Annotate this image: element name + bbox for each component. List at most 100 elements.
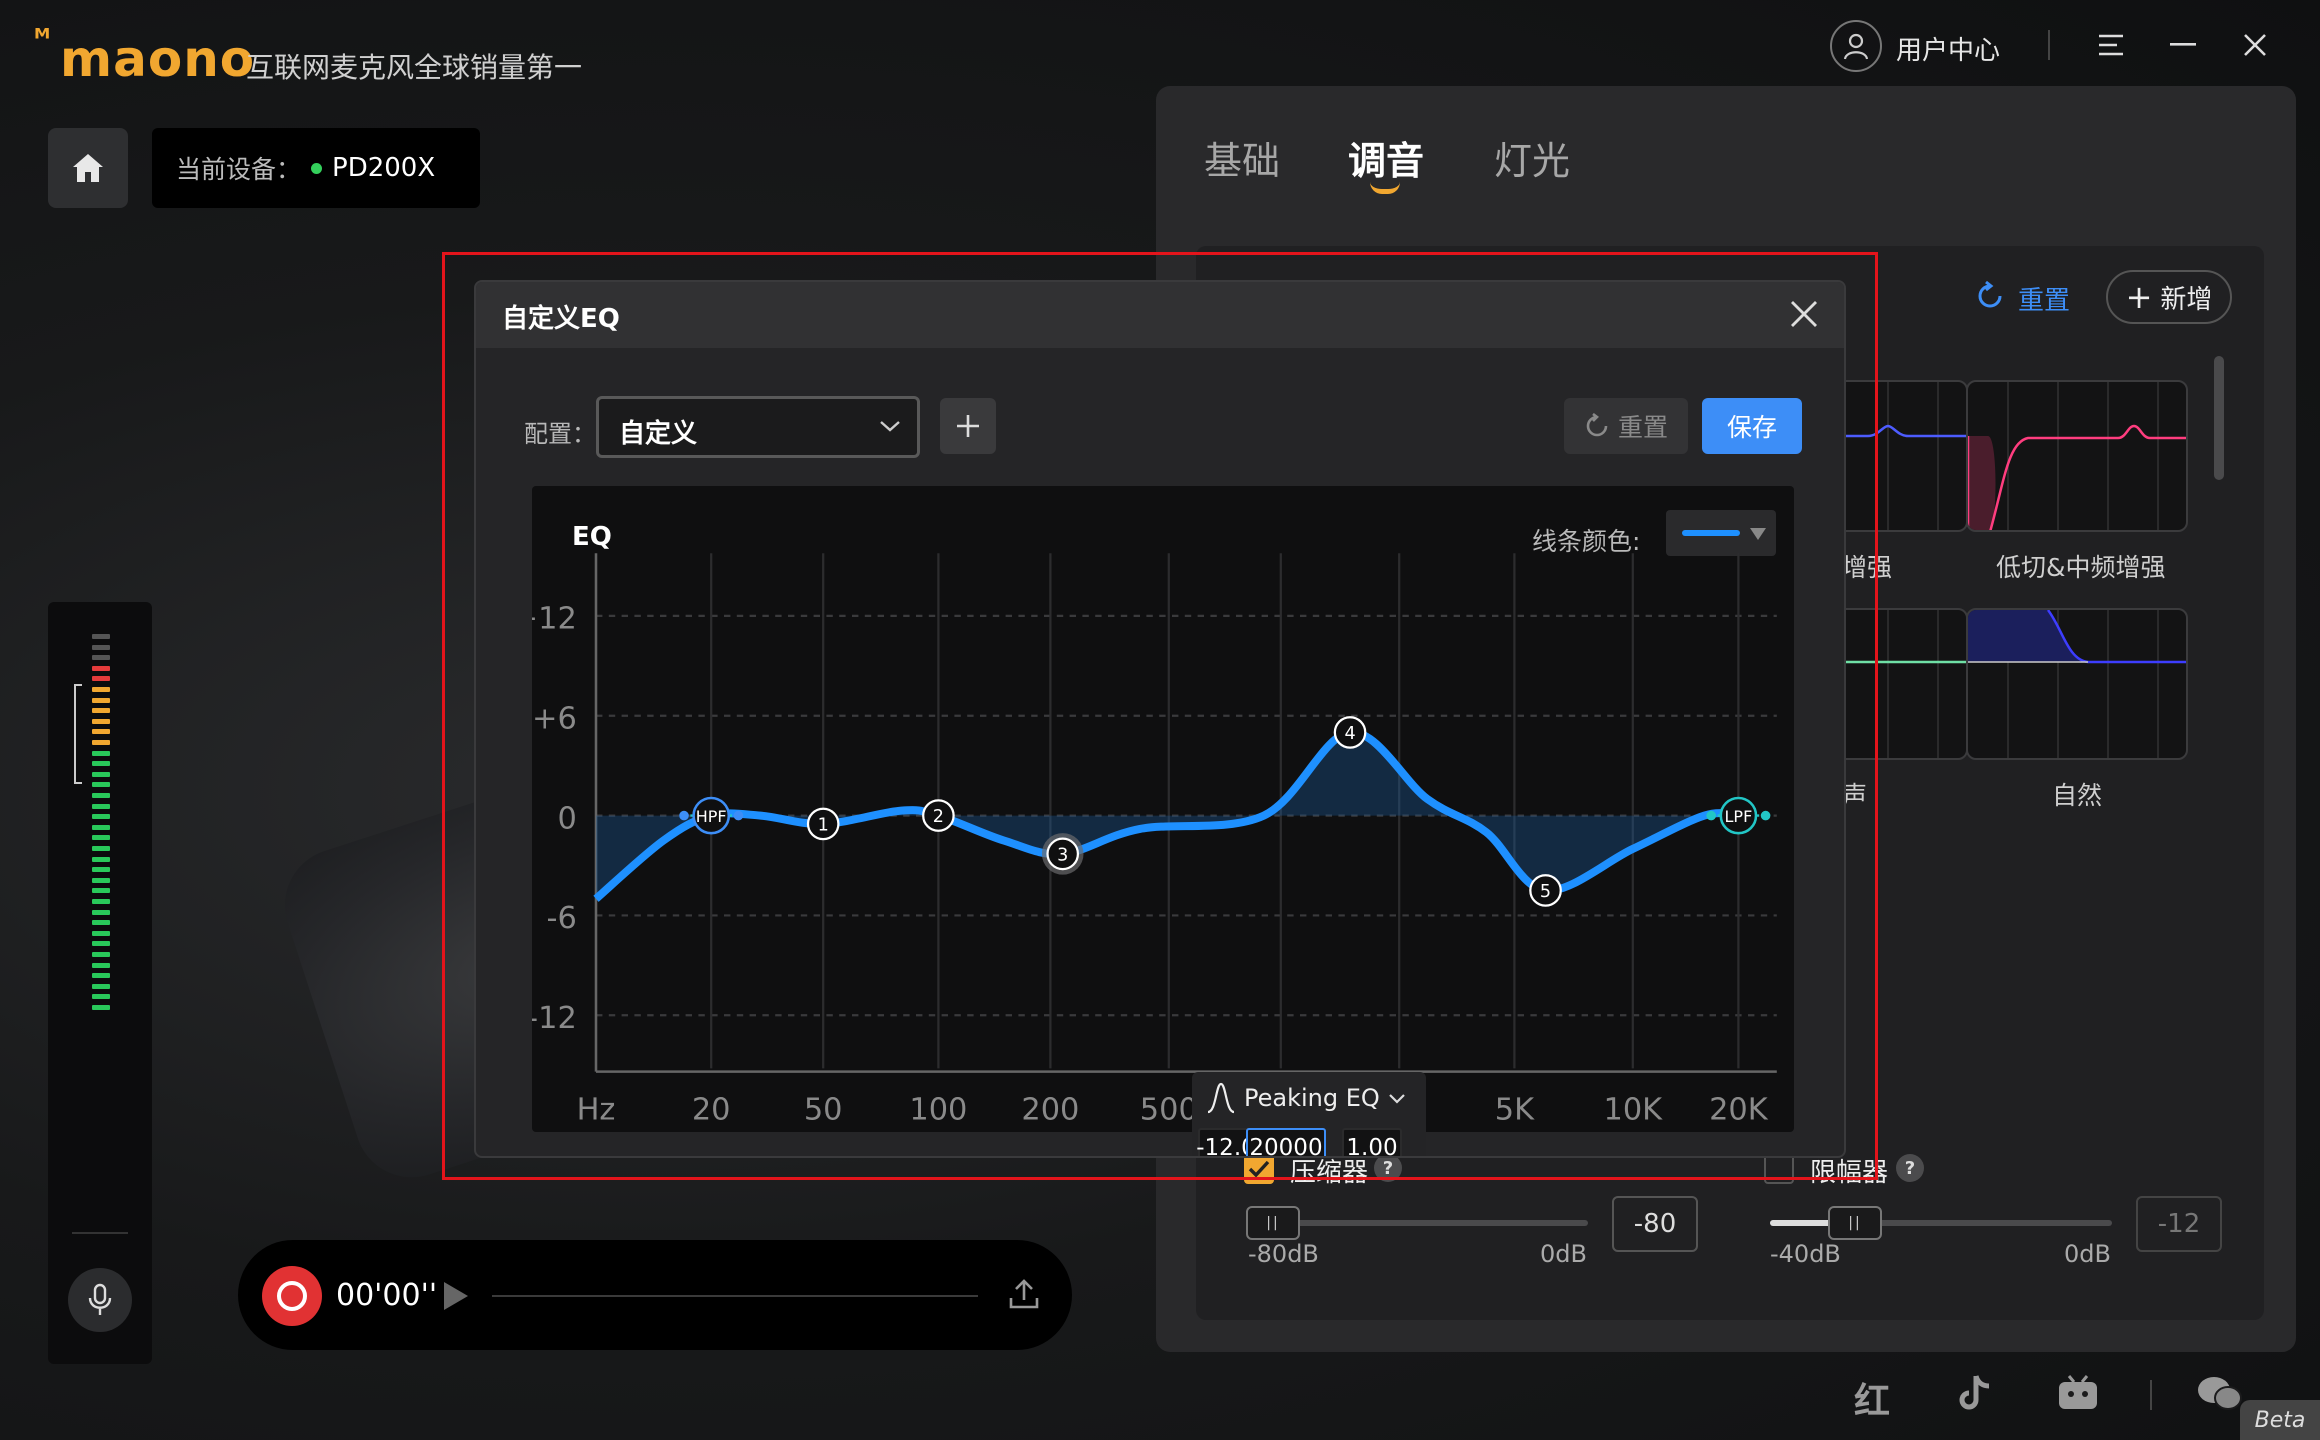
add-config-button[interactable] (940, 398, 996, 454)
upload-icon[interactable] (1006, 1276, 1042, 1312)
bilibili-icon[interactable] (2056, 1374, 2100, 1412)
user-center-link[interactable]: 用户中心 (1896, 30, 2000, 67)
user-avatar-icon[interactable] (1830, 20, 1882, 72)
tab-tuning[interactable]: 调音 (1348, 130, 1424, 185)
eq-curve-chart[interactable]: +12+60-6-12Hz20501002005001K2K5K10K20K H… (532, 486, 1794, 1132)
meter-segment (92, 665, 110, 671)
level-meter (48, 602, 152, 1364)
filter-type-select[interactable]: Peaking EQ (1244, 1084, 1380, 1112)
filter-handle (1760, 810, 1771, 821)
reset-presets-link[interactable]: 重置 (2018, 280, 2070, 317)
node-label: LPF (1725, 807, 1753, 826)
meter-segment (92, 634, 110, 639)
dialog-reset-button[interactable]: 重置 (1564, 398, 1688, 454)
brand-mark-icon: ᴹ (34, 24, 51, 54)
wechat-icon[interactable] (2196, 1374, 2242, 1412)
brand-logo: maono (60, 30, 256, 88)
config-select[interactable]: 自定义 (596, 396, 920, 458)
record-icon (277, 1281, 307, 1311)
record-time: 00'00'' (336, 1278, 438, 1313)
record-button[interactable] (262, 1266, 322, 1326)
preset-label: 增强 (1842, 553, 1893, 582)
xiaohongshu-icon[interactable]: 红 (1854, 1372, 1890, 1424)
meter-segment (92, 835, 110, 841)
limiter-checkbox[interactable] (1764, 1154, 1794, 1184)
dialog-close-button[interactable] (1784, 294, 1824, 334)
compressor-value-input[interactable]: -80 (1612, 1196, 1698, 1252)
close-icon (1791, 301, 1817, 327)
meter-segment (92, 888, 110, 894)
filter-handle (679, 810, 689, 821)
save-button[interactable]: 保存 (1702, 398, 1802, 454)
y-tick-label: -12 (532, 1001, 577, 1036)
tiktok-icon[interactable] (1954, 1372, 1994, 1414)
meter-segment (92, 856, 110, 862)
limiter-max-label: 0dB (2064, 1240, 2111, 1268)
meter-segment (92, 973, 110, 979)
minimize-icon (2170, 43, 2196, 46)
current-device[interactable]: 当前设备： PD200X (152, 128, 480, 208)
tab-lighting[interactable]: 灯光 (1494, 130, 1570, 185)
limiter-min-label: -40dB (1770, 1240, 1841, 1268)
frequency-input[interactable]: 20000 (1246, 1128, 1326, 1156)
minimize-button[interactable] (2160, 22, 2206, 68)
preset-card-lowcut-mid[interactable] (1966, 380, 2188, 532)
presets-scrollbar[interactable] (2214, 356, 2224, 480)
device-name: PD200X (332, 153, 436, 183)
eq-node-lpf[interactable]: LPF (1706, 796, 1771, 835)
microphone-icon (88, 1283, 112, 1315)
eq-node-3[interactable]: 3 (1041, 833, 1084, 875)
meter-segment (92, 994, 110, 1000)
playback-progress[interactable] (492, 1295, 978, 1297)
eq-node-4[interactable]: 4 (1333, 716, 1367, 749)
preset-label: 自然 (2052, 781, 2103, 810)
plus-icon (957, 415, 979, 437)
meter-segment (92, 941, 110, 947)
eq-node-2[interactable]: 2 (922, 799, 955, 832)
x-tick-label: 200 (1021, 1093, 1079, 1128)
node-label: 2 (933, 807, 944, 827)
refresh-icon[interactable] (1974, 280, 2006, 312)
meter-segment (92, 708, 110, 714)
node-label: HPF (696, 807, 727, 826)
x-tick-label: 20 (692, 1093, 731, 1128)
limiter-slider-knob[interactable]: || (1828, 1206, 1882, 1240)
tab-basic[interactable]: 基础 (1204, 130, 1280, 185)
dialog-reset-label: 重置 (1617, 413, 1668, 442)
menu-button[interactable] (2088, 22, 2134, 68)
meter-segment (92, 824, 110, 830)
q-input[interactable]: 1.00 (1342, 1128, 1402, 1156)
eq-node-5[interactable]: 5 (1529, 874, 1562, 907)
limiter-value-input[interactable]: -12 (2136, 1196, 2222, 1252)
filter-handle (1706, 810, 1716, 821)
meter-segment (92, 867, 110, 873)
meter-segment (92, 655, 110, 661)
eq-node-1[interactable]: 1 (806, 807, 840, 841)
config-label: 配置： (524, 420, 596, 448)
close-icon (2244, 34, 2266, 56)
compressor-checkbox[interactable] (1244, 1154, 1274, 1184)
compressor-min-label: -80dB (1248, 1240, 1319, 1268)
home-button[interactable] (48, 128, 128, 208)
dialog-title: 自定义EQ (502, 304, 620, 334)
mic-toggle-button[interactable] (68, 1268, 132, 1332)
refresh-icon (1586, 413, 1608, 437)
meter-segment (92, 718, 110, 724)
preset-card-natural[interactable] (1966, 608, 2188, 760)
home-icon (73, 154, 103, 182)
meter-segment (92, 761, 110, 767)
limiter-help-icon[interactable]: ? (1896, 1154, 1924, 1182)
chevron-down-icon[interactable] (1388, 1092, 1406, 1106)
compressor-help-icon[interactable]: ? (1374, 1154, 1402, 1182)
meter-segment (92, 782, 110, 788)
node-label: 4 (1344, 724, 1355, 744)
close-window-button[interactable] (2232, 22, 2278, 68)
meter-segment (92, 740, 110, 745)
compressor-slider-knob[interactable]: || (1246, 1206, 1300, 1240)
menu-icon (2099, 34, 2123, 56)
add-preset-button[interactable]: + 新增 (2106, 270, 2232, 324)
meter-segment (92, 814, 110, 820)
play-icon[interactable] (444, 1282, 468, 1310)
meter-segment (92, 676, 110, 682)
meter-segment (92, 899, 110, 904)
